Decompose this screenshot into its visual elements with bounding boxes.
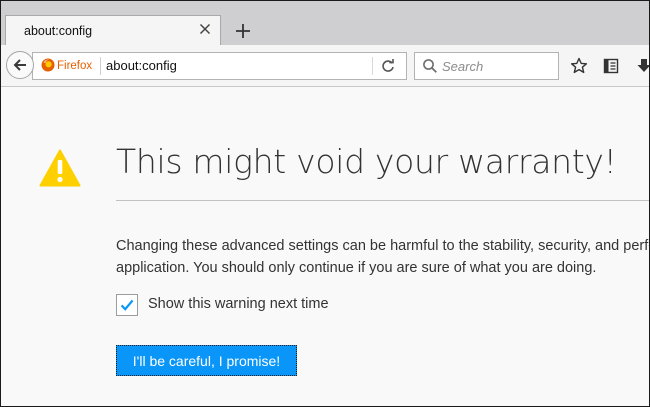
title-divider <box>116 200 649 201</box>
url-text[interactable]: about:config <box>106 58 177 73</box>
identity-label: Firefox <box>57 60 93 72</box>
warning-description: Changing these advanced settings can be … <box>116 235 649 279</box>
show-warning-label[interactable]: Show this warning next time <box>148 296 329 312</box>
browser-window: about:config Firefox about:config Search… <box>0 0 650 407</box>
tab-about-config[interactable]: about:config <box>5 15 221 46</box>
reading-list-icon[interactable] <box>602 57 620 75</box>
search-placeholder: Search <box>442 59 484 74</box>
accept-risk-button[interactable]: I'll be careful, I promise! <box>116 345 297 376</box>
back-button[interactable] <box>6 51 34 79</box>
checkmark-icon <box>119 297 135 313</box>
search-bar[interactable]: Search <box>414 52 559 80</box>
tab-title: about:config <box>24 24 93 38</box>
star-icon[interactable] <box>570 57 588 75</box>
identity-divider <box>100 57 101 75</box>
firefox-logo-icon <box>41 57 55 76</box>
tab-strip: about:config <box>1 1 649 46</box>
url-divider <box>372 57 373 75</box>
identity-box[interactable]: Firefox <box>41 58 92 74</box>
description-line: Changing these advanced settings can be … <box>116 238 649 254</box>
reload-icon[interactable] <box>380 58 396 74</box>
url-bar[interactable]: Firefox about:config <box>32 52 407 80</box>
warning-triangle-icon <box>39 149 81 187</box>
description-line: application. You should only continue if… <box>116 260 597 276</box>
search-icon <box>422 58 438 74</box>
about-config-warning-page: This might void your warranty! Changing … <box>1 87 649 406</box>
show-warning-checkbox[interactable] <box>116 294 138 316</box>
new-tab-icon[interactable] <box>233 21 253 41</box>
back-arrow-icon <box>12 57 28 73</box>
navigation-toolbar: Firefox about:config Search <box>1 45 649 87</box>
page-title: This might void your warranty! <box>116 142 617 181</box>
close-icon[interactable] <box>197 21 213 37</box>
download-icon[interactable] <box>635 57 649 75</box>
